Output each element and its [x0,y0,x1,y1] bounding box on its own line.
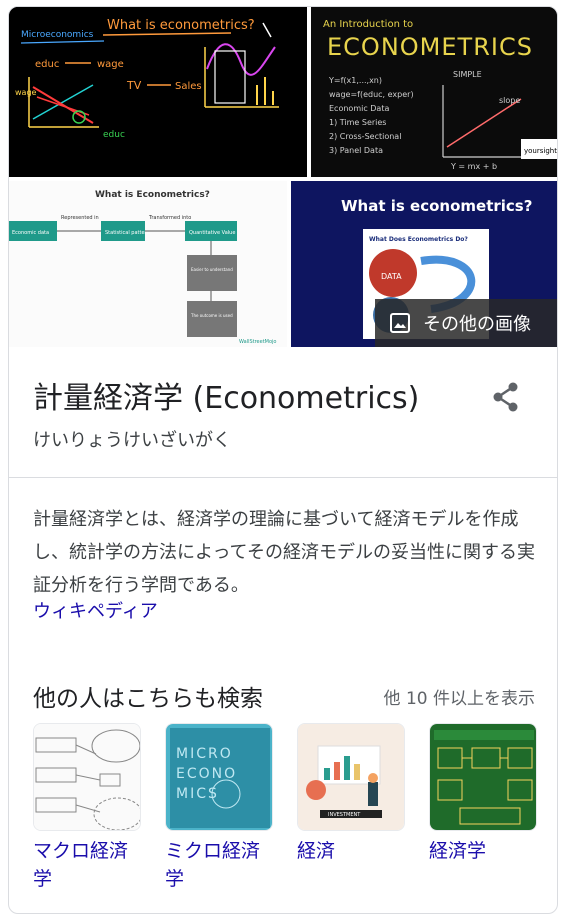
svg-text:wage: wage [97,59,124,70]
related-item-microeconomics[interactable]: MICRO ECONO MICS ミクロ経済学 [165,723,275,893]
related-item-economy[interactable]: INVESTMENT 経済 [297,723,407,865]
svg-text:Y = mx + b: Y = mx + b [450,162,497,171]
svg-text:Transformed into: Transformed into [148,215,191,221]
svg-text:wage: wage [15,88,37,97]
img3-title: What is Econometrics? [95,190,210,200]
svg-text:ECONO: ECONO [176,766,237,782]
related-item-economics[interactable]: 経済学 [429,723,539,865]
related-label[interactable]: マクロ経済学 [33,837,143,893]
svg-text:Economic Data: Economic Data [329,104,389,113]
more-images-button[interactable]: その他の画像 [375,299,557,347]
svg-text:Easier to understand: Easier to understand [191,267,233,272]
svg-text:1) Time Series: 1) Time Series [329,118,386,127]
related-thumbnail: INVESTMENT [297,723,405,831]
svg-text:yoursight: yoursight [524,147,557,155]
svg-text:Quantitative Value: Quantitative Value [189,230,235,236]
related-thumbnail [429,723,537,831]
wikipedia-link[interactable]: ウィキペディア [33,597,158,623]
show-more-link[interactable]: 他 10 件以上を表示 [384,684,535,709]
also-searched-heading: 他の人はこちらも検索 [33,686,263,712]
entity-reading: けいりょうけいざいがく [33,430,231,451]
related-label[interactable]: 経済学 [429,837,539,865]
svg-text:slope: slope [499,96,520,105]
svg-text:Represented in: Represented in [61,215,99,221]
svg-text:Y=f(x1,...,xn): Y=f(x1,...,xn) [328,76,382,85]
img2-line2: ECONOMETRICS [327,33,533,61]
image-econometrics-flow-diagram[interactable]: What is Econometrics? Economic data Repr… [9,181,287,347]
divider [9,477,557,478]
img1-top-label: Microeconomics [21,30,94,40]
svg-text:educ: educ [35,59,59,70]
svg-text:The outcome is used: The outcome is used [190,313,233,318]
svg-text:3) Panel Data: 3) Panel Data [329,146,383,155]
svg-text:Statistical pattern: Statistical pattern [105,230,150,236]
entity-title: 計量経済学 (Econometrics) [33,381,420,416]
image-what-is-econometrics-chalkboard[interactable]: What is econometrics? Microeconomics edu… [9,7,307,177]
svg-text:What Does Econometrics Do?: What Does Econometrics Do? [369,236,468,243]
svg-text:2) Cross-Sectional: 2) Cross-Sectional [329,132,401,141]
related-thumbnail [33,723,141,831]
image-icon [390,313,410,333]
related-label[interactable]: 経済 [297,837,407,865]
knowledge-panel: What is econometrics? Microeconomics edu… [8,6,558,914]
svg-text:MICRO: MICRO [176,746,233,762]
svg-text:DATA: DATA [381,272,402,281]
img4-title: What is econometrics? [341,197,532,215]
img2-line1: An Introduction to [323,19,413,30]
related-label[interactable]: ミクロ経済学 [165,837,275,893]
svg-text:TV: TV [126,79,142,92]
svg-text:Sales: Sales [175,81,202,92]
img1-title: What is econometrics? [107,18,255,33]
image-intro-to-econometrics-chalkboard[interactable]: An Introduction to ECONOMETRICS Y=f(x1,.… [311,7,557,177]
svg-text:SIMPLE: SIMPLE [453,70,482,79]
entity-description: 計量経済学とは、経済学の理論に基づいて経済モデルを作成し、統計学の方法によってそ… [33,509,536,596]
related-thumbnail: MICRO ECONO MICS [165,723,273,831]
svg-text:educ: educ [103,130,125,140]
share-icon[interactable] [491,381,521,413]
svg-text:INVESTMENT: INVESTMENT [328,812,361,818]
svg-text:Economic data: Economic data [12,230,49,236]
svg-text:wage=f(educ, exper): wage=f(educ, exper) [329,90,414,99]
more-images-label: その他の画像 [423,314,531,335]
svg-text:WallStreetMojo: WallStreetMojo [239,339,276,345]
image-what-is-econometrics-slide[interactable]: What is econometrics? What Does Economet… [291,181,557,347]
related-item-macroeconomics[interactable]: マクロ経済学 [33,723,143,893]
